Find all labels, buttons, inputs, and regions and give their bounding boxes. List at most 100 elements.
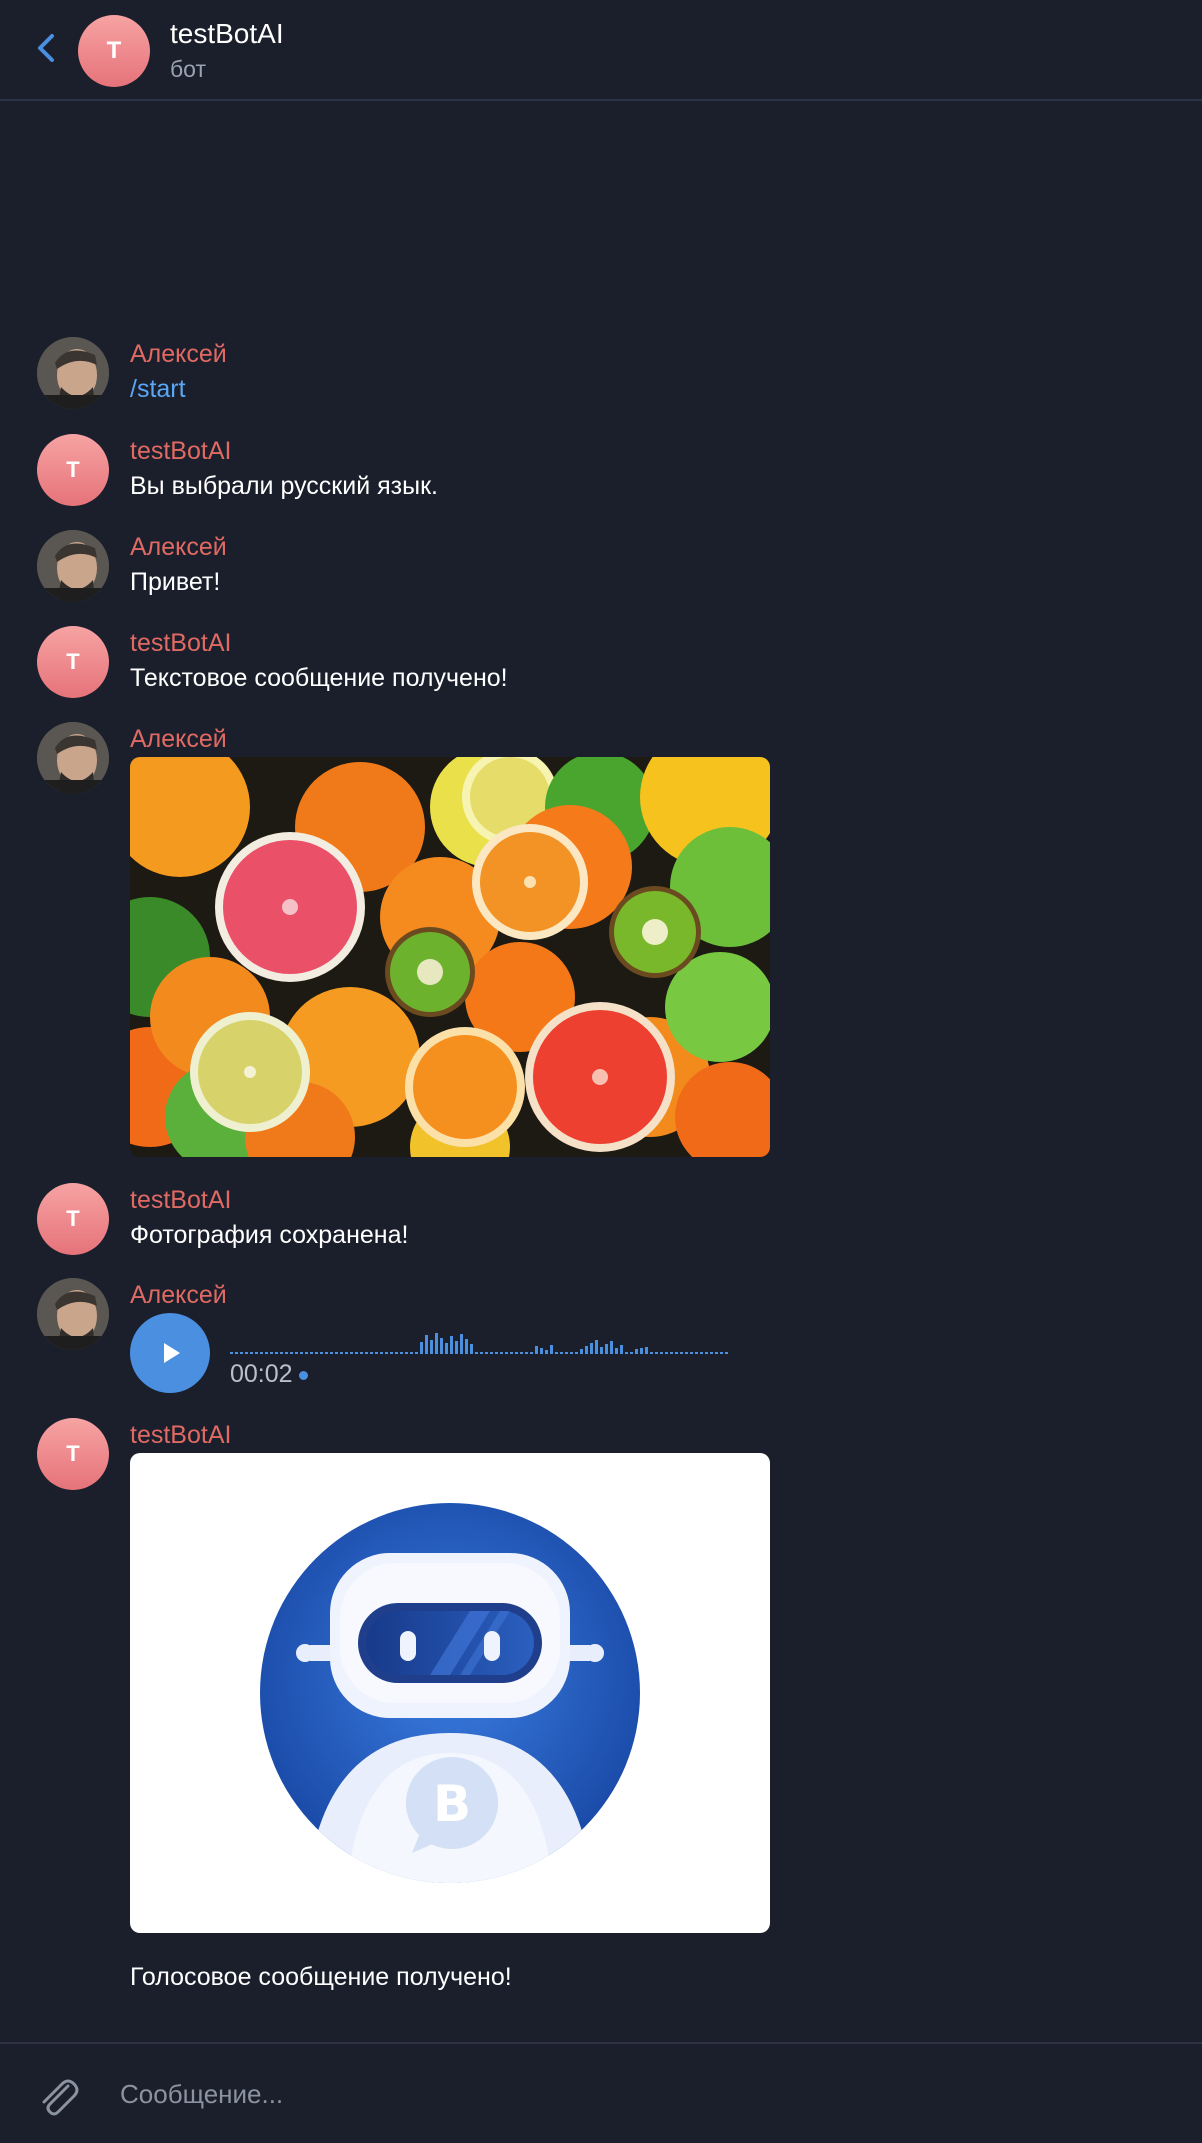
waveform-bar: [295, 1352, 298, 1354]
bot-command-link[interactable]: /start: [130, 375, 186, 404]
waveform-bar: [375, 1352, 378, 1354]
waveform-bar: [405, 1352, 408, 1354]
waveform-bar: [615, 1348, 618, 1354]
waveform-bar: [705, 1352, 708, 1354]
waveform-bar: [390, 1352, 393, 1354]
sender-name: testBotAI: [130, 1186, 232, 1214]
waveform-bar: [265, 1352, 268, 1354]
waveform-bar: [465, 1339, 468, 1354]
waveform-bar: [340, 1352, 343, 1354]
message-text: Привет!: [130, 568, 221, 596]
waveform-bar: [455, 1341, 458, 1354]
paperclip-icon: [42, 2079, 79, 2116]
avatar[interactable]: [37, 337, 109, 409]
waveform-bar: [545, 1350, 548, 1354]
waveform-bar: [550, 1345, 553, 1354]
waveform-bar: [350, 1352, 353, 1354]
waveform-bar: [240, 1352, 243, 1354]
chat-title: testBotAI: [170, 18, 284, 49]
message-text: Вы выбрали русский язык.: [130, 472, 438, 500]
waveform-bar: [430, 1340, 433, 1354]
waveform-bar: [285, 1352, 288, 1354]
waveform-bar: [470, 1344, 473, 1354]
message-input[interactable]: [118, 2064, 1172, 2124]
waveform-bar: [535, 1346, 538, 1354]
waveform-bar: [280, 1352, 283, 1354]
back-button[interactable]: [30, 28, 66, 68]
waveform-bar: [700, 1352, 703, 1354]
sender-name: testBotAI: [130, 437, 232, 465]
avatar[interactable]: [37, 1278, 109, 1350]
waveform-bar: [380, 1352, 383, 1354]
attach-button[interactable]: [34, 2072, 82, 2120]
citrus-fruits-image: [130, 757, 770, 1157]
waveform-bar: [650, 1352, 653, 1354]
avatar[interactable]: T: [37, 1418, 109, 1490]
avatar[interactable]: [37, 722, 109, 794]
photo-attachment[interactable]: B: [130, 1453, 770, 1933]
waveform-bar: [415, 1352, 418, 1354]
voice-waveform[interactable]: [230, 1328, 730, 1356]
waveform-bar: [560, 1352, 563, 1354]
play-button[interactable]: [130, 1313, 210, 1393]
waveform-bar: [460, 1334, 463, 1354]
photo-attachment[interactable]: [130, 757, 770, 1157]
waveform-bar: [690, 1352, 693, 1354]
waveform-bar: [370, 1352, 373, 1354]
waveform-bar: [440, 1338, 443, 1354]
waveform-bar: [580, 1349, 583, 1354]
sender-name: Алексей: [130, 340, 227, 368]
waveform-bar: [520, 1352, 523, 1354]
waveform-bar: [475, 1352, 478, 1354]
waveform-bar: [355, 1352, 358, 1354]
waveform-bar: [505, 1352, 508, 1354]
waveform-bar: [365, 1352, 368, 1354]
waveform-bar: [715, 1352, 718, 1354]
waveform-bar: [335, 1352, 338, 1354]
waveform-bar: [710, 1352, 713, 1354]
waveform-bar: [250, 1352, 253, 1354]
waveform-bar: [635, 1349, 638, 1354]
user-photo: [37, 722, 109, 794]
sender-name: testBotAI: [130, 1421, 232, 1449]
waveform-bar: [235, 1352, 238, 1354]
waveform-bar: [425, 1335, 428, 1354]
chevron-left-icon: [38, 34, 54, 62]
waveform-bar: [330, 1352, 333, 1354]
waveform-bar: [625, 1352, 628, 1354]
waveform-bar: [665, 1352, 668, 1354]
waveform-bar: [685, 1352, 688, 1354]
svg-text:B: B: [433, 1775, 471, 1833]
waveform-bar: [305, 1352, 308, 1354]
waveform-bar: [655, 1352, 658, 1354]
waveform-bar: [495, 1352, 498, 1354]
waveform-bar: [630, 1352, 633, 1354]
waveform-bar: [260, 1352, 263, 1354]
waveform-bar: [515, 1352, 518, 1354]
waveform-bar: [360, 1352, 363, 1354]
waveform-bar: [435, 1333, 438, 1354]
waveform-bar: [565, 1352, 568, 1354]
waveform-bar: [620, 1345, 623, 1354]
avatar[interactable]: T: [37, 434, 109, 506]
waveform-bar: [385, 1352, 388, 1354]
avatar[interactable]: T: [37, 1183, 109, 1255]
chat-avatar[interactable]: T: [78, 15, 150, 87]
play-icon: [164, 1343, 180, 1363]
waveform-bar: [485, 1352, 488, 1354]
sender-name: Алексей: [130, 725, 227, 753]
waveform-bar: [530, 1352, 533, 1354]
waveform-bar: [575, 1352, 578, 1354]
waveform-bar: [325, 1352, 328, 1354]
avatar[interactable]: [37, 530, 109, 602]
waveform-bar: [600, 1347, 603, 1354]
waveform-bar: [670, 1352, 673, 1354]
waveform-bar: [230, 1352, 233, 1354]
avatar[interactable]: T: [37, 626, 109, 698]
voice-duration: 00:02: [230, 1360, 308, 1389]
waveform-bar: [680, 1352, 683, 1354]
waveform-bar: [725, 1352, 728, 1354]
waveform-bar: [400, 1352, 403, 1354]
waveform-bar: [640, 1348, 643, 1354]
waveform-bar: [540, 1348, 543, 1354]
